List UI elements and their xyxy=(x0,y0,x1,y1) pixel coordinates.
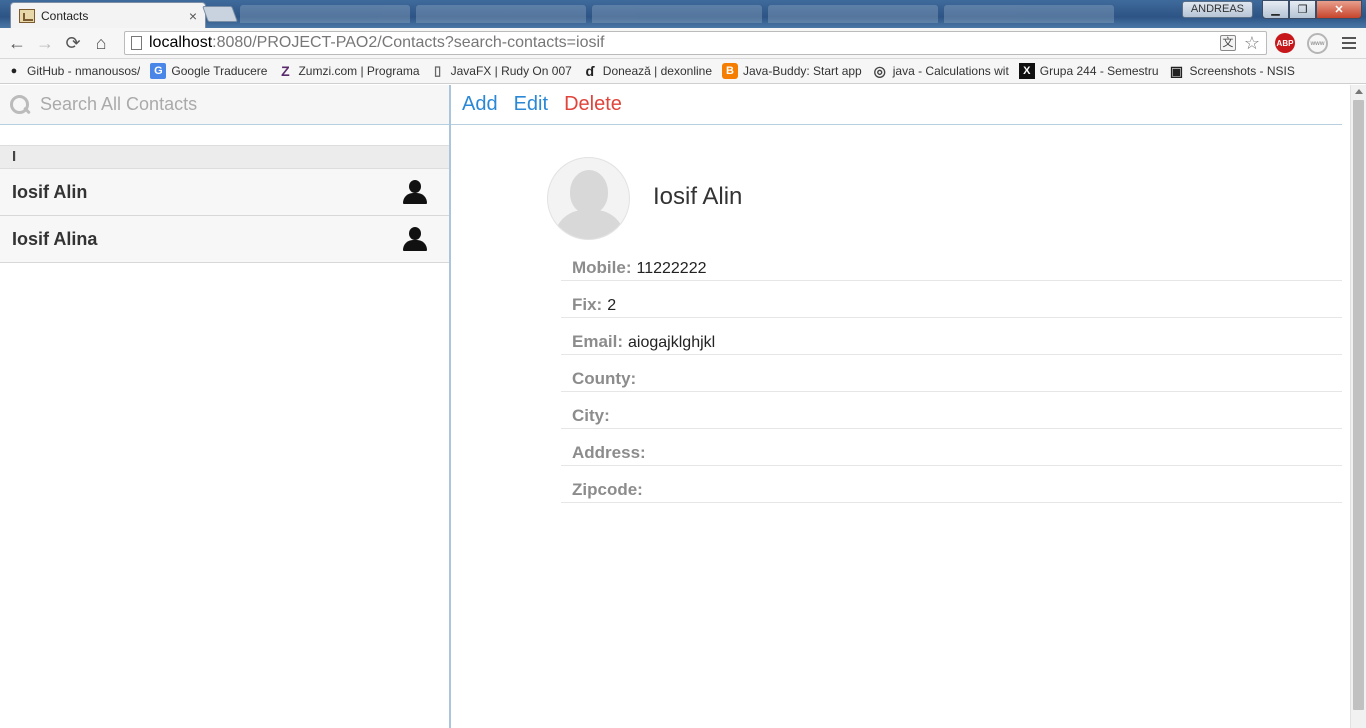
tab-title: Contacts xyxy=(41,8,89,23)
bookmark-screenshots-nsis[interactable]: ▣ Screenshots - NSIS xyxy=(1169,63,1295,79)
bookmark-grupa-244[interactable]: X Grupa 244 - Semestru xyxy=(1018,63,1159,79)
bookmark-java-buddy[interactable]: B Java-Buddy: Start app xyxy=(722,63,862,79)
field-label: Mobile: xyxy=(572,258,632,277)
address-bar[interactable]: localhost:8080/PROJECT-PAO2/Contacts?sea… xyxy=(124,31,1267,55)
contact-list: Iosif Alin Iosif Alina xyxy=(0,169,449,263)
zumzi-icon: Z xyxy=(281,63,290,79)
contact-detail-pane: Add Edit Delete Iosif Alin Mobile: 11222… xyxy=(451,85,1342,728)
field-label: Address: xyxy=(572,443,646,462)
bookmark-java-calculations[interactable]: ◎ java - Calculations wit xyxy=(872,63,1009,79)
tab-contacts[interactable]: Contacts × xyxy=(10,2,206,28)
field-fix: Fix: 2 xyxy=(561,281,1342,318)
url-path: :8080/PROJECT-PAO2/Contacts?search-conta… xyxy=(212,34,605,51)
home-button[interactable]: ⌂ xyxy=(87,29,115,57)
field-zipcode: Zipcode: xyxy=(561,466,1342,503)
field-value: 2 xyxy=(607,297,617,314)
field-label: County: xyxy=(572,369,637,388)
bookmark-dexonline[interactable]: ɗ Donează | dexonline xyxy=(582,63,712,79)
contact-item[interactable]: Iosif Alin xyxy=(0,169,449,216)
field-label: Fix: xyxy=(572,295,603,314)
bookmark-javafx[interactable]: ▯ JavaFX | Rudy On 007 xyxy=(430,63,572,79)
search-bar xyxy=(0,85,449,125)
edit-button[interactable]: Edit xyxy=(514,93,548,116)
url-host: localhost xyxy=(149,34,213,51)
github-icon: ● xyxy=(10,65,18,77)
contact-name: Iosif Alina xyxy=(12,228,98,249)
adblock-plus-icon[interactable]: ABP xyxy=(1275,33,1295,53)
bookmark-google-traducere[interactable]: G Google Traducere xyxy=(150,63,267,79)
bookmark-star-icon[interactable]: ☆ xyxy=(1244,34,1260,52)
search-input[interactable] xyxy=(40,94,420,115)
search-icon xyxy=(10,94,30,115)
page-icon: ▯ xyxy=(434,63,442,78)
bookmark-github[interactable]: ● GitHub - nmanousos/ xyxy=(6,63,141,79)
contact-full-name: Iosif Alin xyxy=(653,183,743,210)
page-content: I Iosif Alin Iosif Alina Add Edit Delete… xyxy=(0,85,1350,728)
reload-button[interactable]: ⟳ xyxy=(59,29,87,57)
person-icon xyxy=(403,227,427,251)
globe-icon: ◎ xyxy=(873,63,886,79)
vertical-scrollbar[interactable] xyxy=(1350,85,1366,728)
field-email: Email: aiogajklghjkl xyxy=(561,318,1342,355)
field-city: City: xyxy=(561,392,1342,429)
field-value: 11222222 xyxy=(636,260,707,277)
nsis-icon: ▣ xyxy=(1169,63,1184,79)
browser-toolbar: ← → ⟳ ⌂ localhost:8080/PROJECT-PAO2/Cont… xyxy=(0,28,1366,59)
maximize-button[interactable]: ❐ xyxy=(1289,0,1316,19)
field-label: Email: xyxy=(572,332,624,351)
scroll-thumb[interactable] xyxy=(1353,100,1364,710)
field-label: Zipcode: xyxy=(572,480,643,499)
bookmark-zumzi[interactable]: Z Zumzi.com | Programa xyxy=(277,63,419,79)
scroll-up-arrow-icon[interactable] xyxy=(1355,89,1363,94)
delete-button[interactable]: Delete xyxy=(564,93,622,116)
minimize-button[interactable]: ▁ xyxy=(1262,0,1289,19)
new-tab-button[interactable] xyxy=(202,6,238,22)
window-controls: ▁ ❐ ✕ xyxy=(1262,0,1362,19)
field-mobile: Mobile: 11222222 xyxy=(561,250,1342,281)
field-label: City: xyxy=(572,406,610,425)
chrome-menu-icon[interactable] xyxy=(1341,35,1357,51)
background-tabs xyxy=(240,5,1114,23)
back-button[interactable]: ← xyxy=(3,29,31,57)
window-close-button[interactable]: ✕ xyxy=(1316,0,1362,19)
dexonline-icon: ɗ xyxy=(585,63,595,79)
window-user-badge[interactable]: ANDREAS xyxy=(1181,1,1253,18)
field-value: aiogajklghjkl xyxy=(628,334,716,351)
field-county: County: xyxy=(561,355,1342,392)
person-icon xyxy=(403,180,427,204)
page-icon xyxy=(131,36,142,50)
forward-button[interactable]: → xyxy=(31,29,59,57)
tab-close-icon[interactable]: × xyxy=(189,8,197,24)
group-header: I xyxy=(0,145,449,169)
bookmarks-bar: ● GitHub - nmanousos/ G Google Traducere Z… xyxy=(0,59,1366,84)
favicon-icon xyxy=(19,8,35,23)
google-translate-icon: G xyxy=(150,63,167,79)
field-address: Address: xyxy=(561,429,1342,466)
avatar xyxy=(547,157,630,240)
blogger-icon: B xyxy=(722,63,738,79)
browser-tab-strip: Contacts × ANDREAS ▁ ❐ ✕ xyxy=(0,0,1366,28)
action-bar: Add Edit Delete xyxy=(451,85,1342,125)
contact-item[interactable]: Iosif Alina xyxy=(0,216,449,263)
add-button[interactable]: Add xyxy=(462,93,498,116)
contact-fields: Mobile: 11222222 Fix: 2 Email: aiogajklg… xyxy=(561,250,1342,503)
www-extension-icon[interactable]: www xyxy=(1307,33,1328,54)
contacts-sidebar: I Iosif Alin Iosif Alina xyxy=(0,85,451,728)
contact-name: Iosif Alin xyxy=(12,181,88,202)
x-icon: X xyxy=(1018,63,1035,79)
translate-icon[interactable]: 文 xyxy=(1219,35,1236,51)
